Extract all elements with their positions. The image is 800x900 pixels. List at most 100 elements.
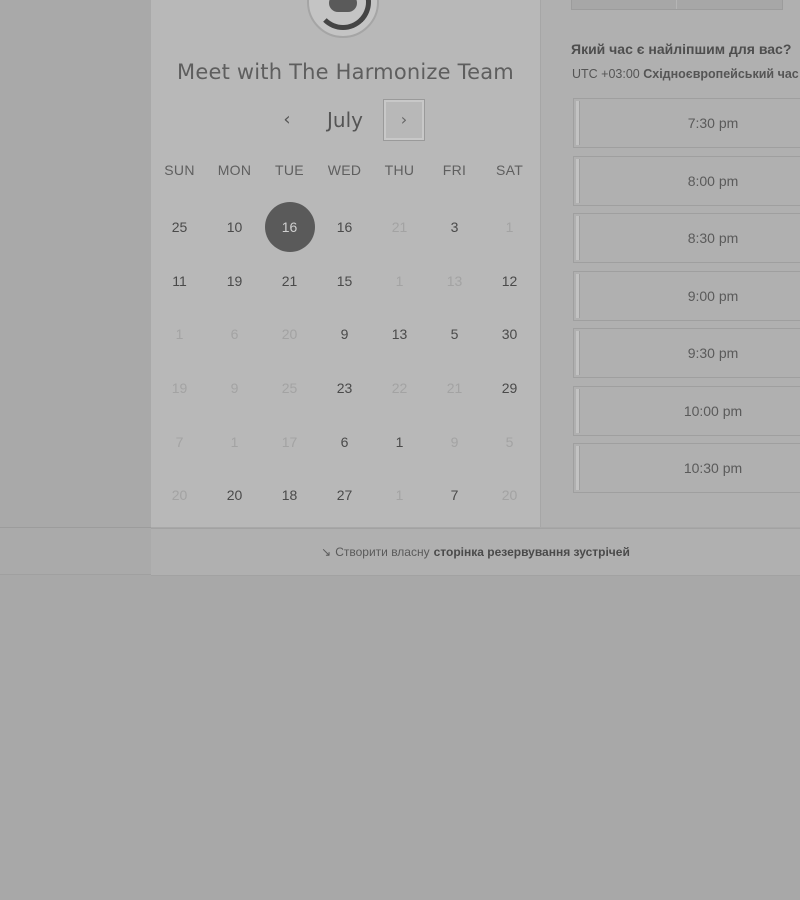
calendar-day[interactable]: 30 xyxy=(482,307,537,361)
calendar-day[interactable]: 23 xyxy=(317,361,372,415)
calendar-day-number: 17 xyxy=(281,433,298,450)
calendar-week: 20 20 18 27 1 7 20 xyxy=(152,468,537,522)
weekday-label: FRI xyxy=(442,162,467,178)
weekday-label: WED xyxy=(327,162,362,178)
page-title: Meet with The Harmonize Team xyxy=(177,60,514,84)
month-navigation: ‹ July › xyxy=(151,99,540,141)
time-slot-button[interactable]: 9:30 pm xyxy=(573,328,800,378)
time-slot-button[interactable]: 7:30 pm xyxy=(573,98,800,148)
calendar-day-number: 21 xyxy=(391,218,408,235)
calendar-day-number: 21 xyxy=(446,379,463,396)
wand-icon: ↘ xyxy=(321,545,332,559)
calendar-day-number: 21 xyxy=(281,272,298,289)
footer-link[interactable]: ↘ Створити власну сторінка резервування … xyxy=(151,528,800,576)
time-slot-button[interactable]: 8:00 pm xyxy=(573,155,800,206)
calendar-day[interactable]: 27 xyxy=(317,468,372,522)
calendar-day-number: 29 xyxy=(501,379,518,396)
calendar-day-number: 25 xyxy=(281,379,298,396)
calendar-day-number: 20 xyxy=(281,326,298,343)
calendar-day[interactable]: 25 xyxy=(152,200,207,254)
time-question: Який час є найліпшим для вас? xyxy=(571,41,792,57)
calendar-grid: 25 10 16 16 21 3 1 11 19 21 15 1 13 12 1 6 20 9 13 5 30 19 9 25… xyxy=(152,200,537,522)
calendar-day: 21 xyxy=(427,361,482,415)
calendar-day-number: 9 xyxy=(450,433,459,450)
chevron-right-icon: › xyxy=(400,110,408,129)
timezone-name: Східноєвропейський час xyxy=(643,67,799,81)
calendar-day[interactable]: 15 xyxy=(317,254,372,308)
weekday-label: SAT xyxy=(495,162,524,178)
calendar-day-number: 15 xyxy=(336,272,353,289)
time-slot-label: 7:30 pm xyxy=(687,115,739,131)
view-toggle[interactable] xyxy=(571,0,783,10)
time-slot-button[interactable]: 8:30 pm xyxy=(573,213,800,263)
calendar-day: 9 xyxy=(207,361,262,415)
calendar-day: 17 xyxy=(262,415,317,469)
time-slot-button[interactable]: 10:00 pm xyxy=(573,385,800,436)
calendar-day: 5 xyxy=(482,415,537,469)
weekday-label: THU xyxy=(384,162,415,178)
calendar-day[interactable]: 10 xyxy=(207,200,262,254)
calendar-day: 6 xyxy=(207,307,262,361)
time-slot-button[interactable]: 10:30 pm xyxy=(573,443,800,493)
calendar-week: 11 19 21 15 1 13 12 xyxy=(152,254,537,308)
timezone-selector[interactable]: UTC +03:00 Східноєвропейський час xyxy=(572,67,799,81)
calendar-day-number: 16 xyxy=(264,201,315,252)
calendar-day[interactable]: 6 xyxy=(317,415,372,469)
time-slot-label: 9:30 pm xyxy=(687,345,739,361)
calendar-day: 22 xyxy=(372,361,427,415)
calendar-day: 1 xyxy=(372,468,427,522)
calendar-day-number: 6 xyxy=(340,433,349,450)
calendar-day-number: 22 xyxy=(391,379,408,396)
calendar-day[interactable]: 5 xyxy=(427,307,482,361)
time-slot-label: 10:30 pm xyxy=(683,460,743,476)
chevron-left-icon: ‹ xyxy=(283,109,291,130)
chat-bubble-icon: ••• xyxy=(329,0,357,12)
calendar-day[interactable]: 7 xyxy=(427,468,482,522)
prev-month-button[interactable]: ‹ xyxy=(273,100,301,140)
calendar-day[interactable]: 20 xyxy=(207,468,262,522)
calendar-day[interactable]: 13 xyxy=(372,307,427,361)
calendar-day-number: 19 xyxy=(171,379,188,396)
calendar-day[interactable]: 18 xyxy=(262,468,317,522)
calendar-day-number: 11 xyxy=(172,272,187,289)
calendar-day-number: 23 xyxy=(336,379,353,396)
calendar-day-number: 5 xyxy=(505,433,514,450)
calendar-day-number: 27 xyxy=(336,487,353,504)
time-slot-label: 8:00 pm xyxy=(687,172,739,189)
left-backdrop xyxy=(0,0,151,528)
calendar-day-selected[interactable]: 16 xyxy=(262,200,317,254)
calendar-day-number: 19 xyxy=(226,272,243,289)
weekday-header: SUN MON TUE WED THU FRI SAT xyxy=(152,162,537,178)
calendar-day[interactable]: 29 xyxy=(482,361,537,415)
weekday-label: MON xyxy=(217,162,252,178)
calendar-day-number: 20 xyxy=(226,487,243,504)
time-slot-panel: Який час є найліпшим для вас? UTC +03:00… xyxy=(571,0,800,527)
calendar-day[interactable]: 16 xyxy=(317,200,372,254)
calendar-day-number: 12 xyxy=(501,272,518,289)
calendar-day-number: 1 xyxy=(505,218,514,235)
calendar-day: 20 xyxy=(262,307,317,361)
calendar-day[interactable]: 1 xyxy=(372,415,427,469)
time-slot-button[interactable]: 9:00 pm xyxy=(573,270,800,321)
calendar-day: 1 xyxy=(372,254,427,308)
next-month-button[interactable]: › xyxy=(383,99,425,141)
calendar-day-number: 3 xyxy=(450,218,459,235)
toggle-divider xyxy=(676,0,677,9)
calendar-day-number: 30 xyxy=(501,326,518,343)
calendar-day: 19 xyxy=(152,361,207,415)
calendar-week: 1 6 20 9 13 5 30 xyxy=(152,307,537,361)
calendar-day[interactable]: 21 xyxy=(262,254,317,308)
calendar-day: 20 xyxy=(482,468,537,522)
time-slot-label: 9:00 pm xyxy=(687,287,739,304)
calendar-day[interactable]: 9 xyxy=(317,307,372,361)
calendar-day-number: 20 xyxy=(501,487,518,504)
calendar-day[interactable]: 3 xyxy=(427,200,482,254)
calendar-day[interactable]: 12 xyxy=(482,254,537,308)
calendar-day: 20 xyxy=(152,468,207,522)
calendar-day[interactable]: 11 xyxy=(152,254,207,308)
calendar-day-number: 9 xyxy=(340,326,349,343)
calendar-week: 7 1 17 6 1 9 5 xyxy=(152,415,537,469)
calendar-day[interactable]: 19 xyxy=(207,254,262,308)
calendar-day: 25 xyxy=(262,361,317,415)
calendar-day-number: 16 xyxy=(336,218,353,235)
